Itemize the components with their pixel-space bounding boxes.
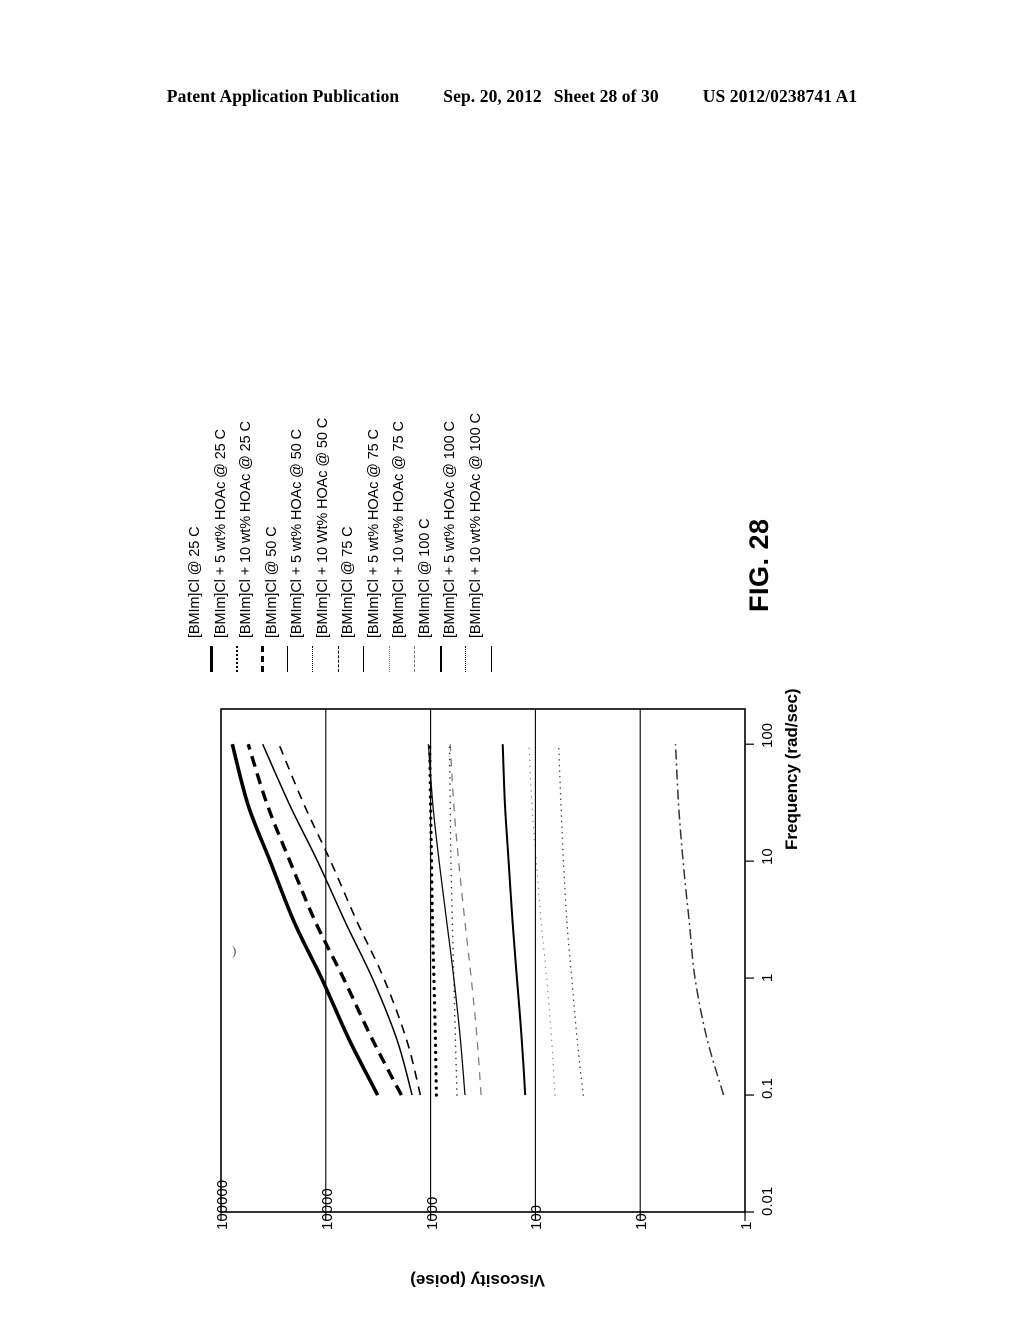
data-curve (448, 743, 458, 1096)
y-axis-tick-label: 10 (633, 1213, 651, 1230)
patent-number: US 2012/0238741 A1 (702, 86, 858, 106)
x-axis-tick-label: 10 (759, 848, 776, 866)
y-axis-tick-label: 100 (528, 1204, 546, 1230)
y-axis-tick-label: 10000 (318, 1188, 336, 1230)
data-curve (427, 744, 466, 1096)
data-curves (230, 742, 725, 1097)
y-axis-title: Viscosity (poise) (410, 1271, 545, 1290)
publication-date: Sep. 20, 2012 (443, 86, 542, 106)
figure-28: FIG. 28 [BMIm]Cl @ 25 C [BMIm]Cl + 5 wt% … (0, 150, 1024, 1290)
data-curve (262, 743, 413, 1096)
plot-border (220, 708, 746, 1213)
data-curve (449, 744, 482, 1096)
x-axis-title: Frequency (rad/sec) (782, 688, 801, 850)
patent-header: Patent Application Publication Sep. 20, … (0, 86, 1024, 107)
data-curve (528, 743, 556, 1096)
data-curve (557, 743, 584, 1096)
plot-area: ⁡) Frequency (rad/sec) Viscosity (poise)… (0, 150, 1024, 1290)
data-curve (230, 743, 380, 1096)
x-axis-tick-label: 1 (759, 973, 776, 983)
y-axis-tick-label: 100000 (214, 1179, 231, 1230)
sheet-number: Sheet 28 of 30 (553, 86, 659, 106)
plot-frame (220, 708, 746, 1213)
plot-canvas (220, 708, 754, 1221)
data-curve (246, 743, 403, 1096)
data-curve (501, 744, 527, 1096)
grid-lines (325, 709, 641, 1212)
scan-artifact: ⁡) (232, 943, 237, 958)
data-curve (674, 744, 725, 1096)
x-axis-tick-label: 0.01 (759, 1186, 776, 1216)
y-axis-tick-label: 1000 (423, 1196, 441, 1230)
y-axis-tick-label: 1 (738, 1221, 755, 1230)
axis-ticks (220, 743, 754, 1221)
publication-label: Patent Application Publication (166, 86, 400, 106)
x-axis-tick-label: 100 (759, 723, 776, 749)
x-axis-tick-label: 0.1 (759, 1078, 776, 1100)
